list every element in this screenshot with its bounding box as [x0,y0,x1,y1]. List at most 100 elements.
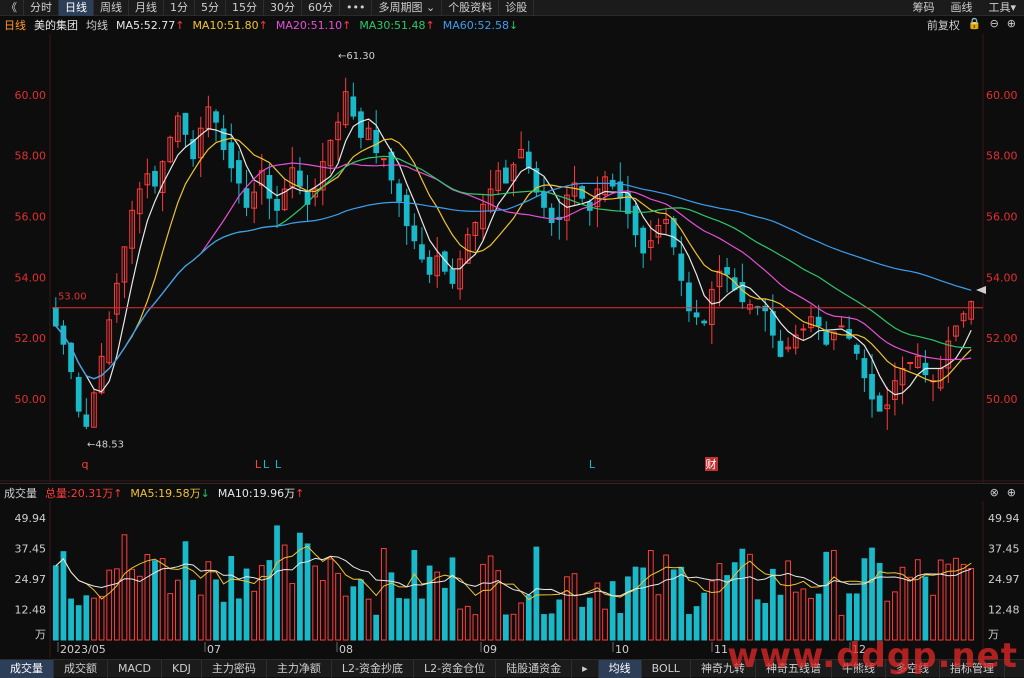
volume-tick-left: 12.48 [15,603,47,616]
right-price-tick: 56.00 [986,210,1018,223]
up-candle [838,325,845,328]
down-candle [777,340,784,357]
volume-bar [747,553,753,641]
volume-bar [800,588,807,641]
zoom-out-icon[interactable]: ⊖ [990,17,999,33]
tab-weekly[interactable]: 周线 [94,0,129,16]
ma-info-bar: 日线 美的集团 均线 MA5:52.77↑ MA10:51.80↑ MA20:5… [0,16,1024,34]
close-icon[interactable]: ⊗ [990,486,999,499]
up-arrow-icon: ↑ [342,18,352,32]
volume-bar [731,562,738,641]
volume-bar [510,613,517,641]
back-icon[interactable]: 《 [0,0,24,16]
indicator-tab-3[interactable]: KDJ [162,659,202,678]
adjust-mode[interactable]: 前复权 [927,17,960,33]
date-label: 10 [615,643,629,656]
volume-bar [884,600,891,641]
draw-line-button[interactable]: 画线 [942,0,980,16]
volume-bar [586,597,593,641]
volume-bar [518,602,524,641]
indicator-tab-4[interactable]: 主力密码 [202,659,267,678]
tab-1min[interactable]: 1分 [164,0,195,16]
down-candle [396,183,402,202]
volume-bar [808,597,814,641]
tools-menu[interactable]: 工具▾ [980,0,1024,16]
zoom-in-icon[interactable]: ⊕ [1007,17,1016,33]
date-label: 08 [339,643,353,656]
ref-price-label: 53.00 [58,292,87,303]
more-icon[interactable]: ••• [340,0,373,16]
volume-bar [335,572,341,641]
volume-bar [922,576,929,641]
down-candle [449,268,456,284]
volume-bar [426,565,433,641]
kline-chart[interactable]: 60.00 60.00 58.00 58.00 56.00 56.00 54.00 54.00… [0,34,1024,659]
tab-5min[interactable]: 5分 [195,0,226,16]
stock-info-button[interactable]: 个股资料 [442,0,500,16]
right-price-tick: 54.00 [986,271,1018,284]
down-arrow-icon: ↓ [508,18,519,32]
low-price-label: ←48.53 [87,440,124,451]
ma20-value: MA20:51.10 [275,18,343,32]
date-label: 11 [714,643,728,656]
down-candle [861,358,868,379]
up-arrow-icon: ↑ [113,486,123,500]
indicator-tab-2[interactable]: MACD [108,659,162,678]
volume-bar [380,548,387,641]
volume-title: 成交量 [4,486,37,500]
left-price-tick: 50.00 [15,393,47,406]
ma-label[interactable]: 均线 [86,17,108,33]
period-label: 日线 [4,19,26,32]
volume-bar [701,592,708,641]
volume-info-bar: 成交量 总量:20.31万↑ MA5:19.58万↓ MA10:19.96万↑ … [0,483,1024,501]
down-candle [236,160,242,184]
date-label: 2023/05 [60,643,106,656]
volume-bar [693,606,700,641]
up-candle [800,328,807,331]
volume-bar [91,597,97,641]
multi-period-dropdown[interactable]: 多周期图 ⌄ [372,0,443,16]
plus-icon[interactable]: ⊕ [1007,486,1016,499]
indicator-tab-10[interactable]: 均线 [598,659,642,678]
left-price-tick: 58.00 [15,150,47,163]
indicator-tab-7[interactable]: L2-资金仓位 [414,659,497,678]
event-marker: L [263,458,270,471]
volume-bar [716,563,723,641]
down-candle [243,188,250,208]
volume-bar [907,576,914,641]
tab-monthly[interactable]: 月线 [129,0,164,16]
volume-bar [243,568,250,641]
volume-bar [403,598,410,641]
down-candle [625,192,631,214]
event-marker: q [82,458,89,471]
down-candle [274,198,280,211]
lock-icon[interactable]: 🔒 [968,17,982,33]
indicator-tab-5[interactable]: 主力净额 [267,659,332,678]
volume-tick-right: 49.94 [988,512,1020,525]
tab-60min[interactable]: 60分 [302,0,340,16]
indicator-tab-6[interactable]: L2-资金抄底 [332,659,415,678]
volume-bar [571,573,578,641]
volume-bar [556,599,563,641]
volume-bar [892,591,898,641]
down-candle [632,205,639,236]
indicator-tab-1[interactable]: 成交额 [54,659,108,678]
diagnose-button[interactable]: 诊股 [499,0,535,16]
volume-bar [464,605,471,641]
volume-tick-left: 49.94 [15,512,47,525]
volume-bar [754,599,761,641]
down-candle [548,207,555,224]
indicator-tab-9[interactable]: ▸ [572,659,599,678]
event-marker: 财 [706,457,717,471]
tab-15min[interactable]: 15分 [226,0,264,16]
tab-daily[interactable]: 日线 [59,0,94,16]
indicator-tab-11[interactable]: BOLL [642,659,691,678]
volume-tick-left: 万 [35,628,46,641]
tab-fenshi[interactable]: 分时 [24,0,59,16]
tab-30min[interactable]: 30分 [264,0,302,16]
chips-button[interactable]: 筹码 [904,0,942,16]
indicator-tab-0[interactable]: 成交量 [0,659,54,678]
volume-bar [876,562,883,641]
down-candle [670,218,677,248]
indicator-tab-8[interactable]: 陆股通资金 [496,659,573,678]
